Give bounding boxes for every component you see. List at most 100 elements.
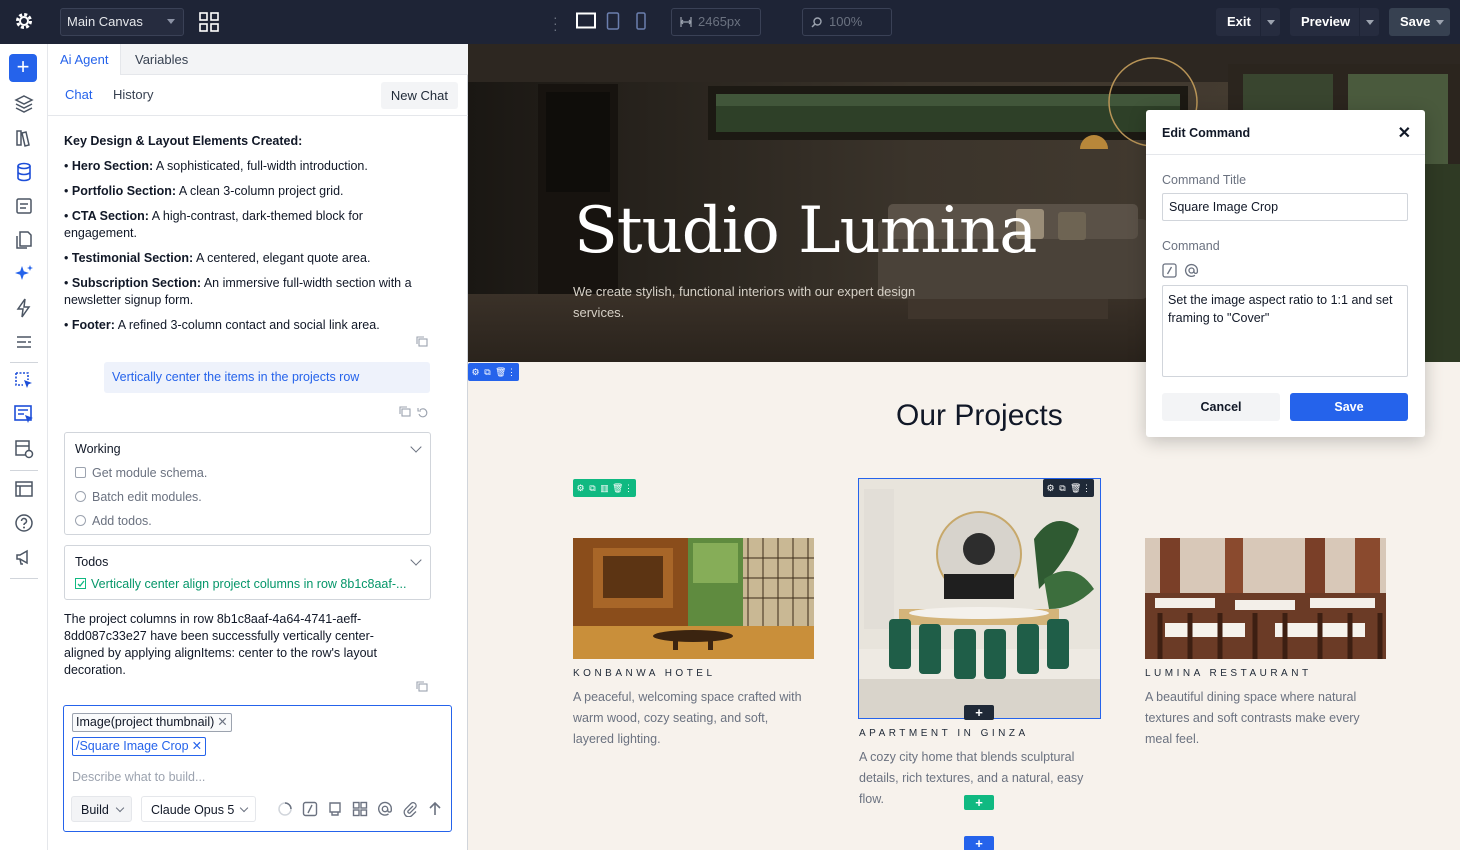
add-row-button[interactable]: + — [964, 795, 994, 810]
command-title-input[interactable]: Square Image Crop — [1162, 193, 1408, 221]
preview-button[interactable]: Preview — [1290, 8, 1379, 36]
working-panel[interactable]: Working Get module schema. Batch edit mo… — [64, 432, 431, 535]
plus-icon[interactable]: + — [9, 54, 37, 82]
model-select[interactable]: Claude Opus 5 — [141, 796, 256, 822]
gear-icon[interactable] — [14, 11, 34, 31]
tab-variables[interactable]: Variables — [123, 44, 200, 75]
exit-button[interactable]: Exit — [1216, 8, 1280, 36]
project-image[interactable] — [859, 479, 1100, 718]
desktop-icon[interactable] — [576, 12, 596, 30]
remove-chip-icon[interactable]: ✕ — [217, 715, 227, 729]
mode-select[interactable]: Build — [71, 796, 132, 822]
hero-subtitle[interactable]: We create stylish, functional interiors … — [573, 281, 953, 323]
save-button[interactable]: Save — [1389, 8, 1450, 36]
copy-icon[interactable] — [416, 336, 428, 348]
pages-icon[interactable] — [12, 228, 36, 252]
paperclip-icon[interactable] — [402, 801, 418, 817]
project-name[interactable]: APARTMENT IN GINZA — [859, 728, 1029, 739]
columns-icon[interactable]: ▥ — [600, 483, 609, 493]
zoom-input[interactable]: 100% — [802, 8, 892, 36]
command-label: Command — [1162, 239, 1220, 253]
delete-icon[interactable]: 🗑 — [612, 483, 623, 493]
canvas-width-input[interactable]: 2465px — [671, 8, 761, 36]
template-icon[interactable] — [12, 437, 36, 461]
send-icon[interactable] — [427, 801, 443, 817]
close-icon[interactable]: ✕ — [1398, 123, 1411, 143]
slash-icon[interactable] — [1162, 263, 1177, 278]
ai-agent-panel: Ai Agent Variables Chat History New Chat… — [48, 44, 468, 850]
tab-chat[interactable]: Chat — [65, 87, 92, 102]
bolt-icon[interactable] — [12, 296, 36, 320]
drag-handle-icon[interactable]: · · · — [553, 10, 558, 36]
save-menu-toggle[interactable] — [1430, 8, 1450, 36]
project-description[interactable]: A beautiful dining space where natural t… — [1145, 687, 1360, 750]
gear-icon[interactable]: ⚙ — [471, 367, 480, 377]
section-toolbar[interactable]: ⚙ ⧉ 🗑 ⋮ — [468, 363, 519, 381]
cancel-button[interactable]: Cancel — [1162, 393, 1280, 421]
context-chip[interactable]: Image(project thumbnail) ✕ — [72, 713, 232, 732]
chevron-down-icon[interactable] — [410, 554, 422, 566]
help-icon[interactable] — [12, 511, 36, 535]
command-textarea[interactable]: Set the image aspect ratio to 1:1 and se… — [1162, 285, 1408, 377]
add-module-button[interactable]: + — [964, 705, 994, 720]
sparkle-icon[interactable] — [12, 262, 36, 286]
tab-ai-agent[interactable]: Ai Agent — [48, 44, 122, 75]
more-icon[interactable]: ⋮ — [507, 367, 516, 377]
zoom-value: 100% — [829, 14, 863, 29]
duplicate-icon[interactable]: ⧉ — [588, 483, 597, 493]
exit-menu-toggle[interactable] — [1260, 8, 1280, 36]
duplicate-icon[interactable]: ⧉ — [483, 367, 492, 377]
database-icon[interactable] — [12, 160, 36, 184]
todos-panel[interactable]: Todos Vertically center align project co… — [64, 545, 431, 600]
layout-blocks-icon[interactable] — [352, 801, 368, 817]
module-toolbar[interactable]: ⚙ ⧉ 🗑 ⋮ — [1043, 479, 1094, 497]
select-all-icon[interactable] — [12, 403, 36, 427]
projects-title[interactable]: Our Projects — [896, 399, 1063, 433]
gear-icon[interactable]: ⚙ — [1046, 483, 1055, 493]
save-command-button[interactable]: Save — [1290, 393, 1408, 421]
slash-icon[interactable] — [302, 801, 318, 817]
canvas-width-value: 2465px — [698, 14, 741, 29]
project-description[interactable]: A peaceful, welcoming space crafted with… — [573, 687, 803, 750]
remove-chip-icon[interactable]: ✕ — [192, 739, 202, 753]
tablet-icon[interactable] — [606, 12, 620, 30]
more-icon[interactable]: ⋮ — [1082, 483, 1091, 493]
phone-icon[interactable] — [635, 12, 647, 30]
project-image[interactable] — [573, 538, 814, 659]
delete-icon[interactable]: 🗑 — [1070, 483, 1081, 493]
copy-icon[interactable] — [416, 681, 428, 693]
module-icon[interactable] — [327, 801, 343, 817]
prompt-input[interactable]: Describe what to build... — [72, 770, 205, 784]
command-chip[interactable]: /Square Image Crop ✕ — [72, 737, 207, 756]
at-icon[interactable] — [1184, 263, 1199, 278]
hero-title[interactable]: Studio Lumina — [574, 194, 1037, 268]
delete-icon[interactable]: 🗑 — [495, 367, 506, 377]
project-image-ginza — [859, 479, 1100, 718]
form-icon[interactable] — [12, 194, 36, 218]
project-name[interactable]: KONBANWA HOTEL — [573, 668, 716, 679]
announce-icon[interactable] — [12, 545, 36, 569]
schema-icon — [75, 467, 86, 478]
project-name[interactable]: LUMINA RESTAURANT — [1145, 668, 1312, 679]
gear-icon[interactable]: ⚙ — [576, 483, 585, 493]
select-icon[interactable] — [12, 369, 36, 393]
preview-menu-toggle[interactable] — [1359, 8, 1379, 36]
row-toolbar[interactable]: ⚙ ⧉ ▥ 🗑 ⋮ — [573, 479, 636, 497]
library-icon[interactable] — [12, 126, 36, 150]
chat-composer[interactable]: Image(project thumbnail) ✕ /Square Image … — [63, 705, 452, 832]
chevron-down-icon[interactable] — [410, 441, 422, 453]
sections-icon[interactable] — [12, 330, 36, 354]
duplicate-icon[interactable]: ⧉ — [1058, 483, 1067, 493]
at-icon[interactable] — [377, 801, 393, 817]
layout-icon[interactable] — [12, 477, 36, 501]
more-icon[interactable]: ⋮ — [624, 483, 633, 493]
project-image[interactable] — [1145, 538, 1386, 659]
new-chat-button[interactable]: New Chat — [380, 82, 458, 109]
layers-icon[interactable] — [12, 92, 36, 116]
copy-icon[interactable] — [399, 406, 411, 418]
grid-icon[interactable] — [199, 12, 219, 32]
add-section-button[interactable]: + — [964, 836, 994, 850]
tab-history[interactable]: History — [113, 87, 153, 102]
canvas-select[interactable]: Main Canvas — [60, 8, 184, 36]
undo-icon[interactable] — [417, 406, 429, 418]
